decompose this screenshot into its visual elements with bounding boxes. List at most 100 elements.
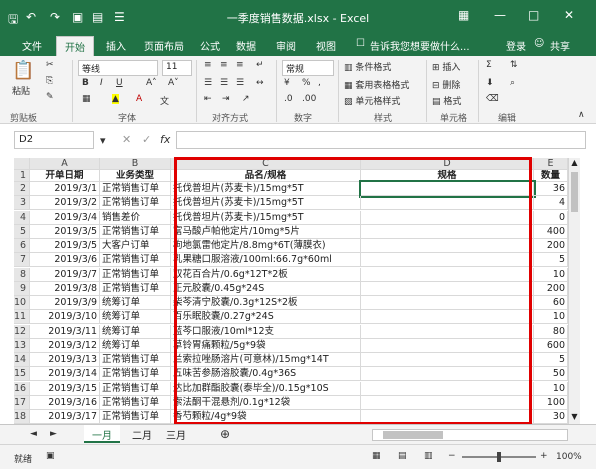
row-header[interactable]: 18 — [14, 410, 30, 424]
row-header[interactable]: 17 — [14, 395, 30, 410]
table-cell[interactable]: 正常销售订单 — [100, 367, 171, 382]
zoom-slider-thumb[interactable] — [497, 452, 501, 462]
login-link[interactable]: 登录 — [506, 38, 526, 53]
table-cell[interactable] — [361, 324, 534, 339]
table-cell[interactable]: 5 — [534, 353, 568, 367]
close-icon[interactable]: ✕ — [564, 8, 574, 22]
table-cell[interactable] — [361, 381, 534, 396]
orientation-icon[interactable]: ↗ — [242, 94, 250, 104]
row-header[interactable]: 15 — [14, 367, 30, 382]
table-cell[interactable]: 5 — [534, 253, 568, 268]
delete-cells-button[interactable]: ⊟ 删除 — [432, 78, 460, 91]
format-painter-icon[interactable]: ✎ — [46, 92, 54, 102]
row-header[interactable]: 14 — [14, 353, 30, 367]
tab-view[interactable]: 视图 — [316, 38, 336, 53]
enter-icon[interactable]: ✓ — [142, 133, 151, 146]
row-header[interactable]: 7 — [14, 253, 30, 268]
align-center-icon[interactable]: ☰ — [220, 78, 228, 88]
table-cell[interactable]: 60 — [534, 296, 568, 310]
table-cell[interactable]: 2019/3/4 — [30, 210, 100, 225]
table-cell[interactable]: 正常销售订单 — [100, 267, 171, 282]
table-cell[interactable]: 兰索拉唑肠溶片(可意林)/15mg*14T — [171, 353, 361, 367]
table-cell[interactable]: 正常销售订单 — [100, 182, 171, 196]
table-cell[interactable]: 正常销售订单 — [100, 224, 171, 239]
scroll-down-icon[interactable]: ▼ — [569, 412, 580, 421]
table-cell[interactable] — [361, 395, 534, 410]
table-cell[interactable]: 2019/3/8 — [30, 281, 100, 296]
table-cell[interactable]: 2019/3/12 — [30, 338, 100, 353]
percent-icon[interactable]: % — [302, 78, 311, 88]
table-cell[interactable]: 托伐普坦片(苏麦卡)/15mg*5T — [171, 210, 361, 225]
maximize-icon[interactable]: □ — [528, 8, 539, 22]
align-right-icon[interactable]: ☰ — [236, 78, 244, 88]
scroll-right-icon[interactable]: ► — [50, 429, 57, 439]
table-cell[interactable] — [361, 353, 534, 367]
currency-icon[interactable]: ¥ — [284, 78, 290, 88]
formula-input[interactable] — [176, 131, 586, 149]
minimize-icon[interactable]: — — [494, 8, 506, 22]
share-button[interactable]: 共享 — [550, 38, 570, 53]
column-header[interactable]: E — [534, 158, 568, 170]
copy-icon[interactable]: ⎘ — [46, 76, 53, 86]
table-cell[interactable] — [361, 410, 534, 424]
table-cell[interactable]: 2019/3/1 — [30, 182, 100, 196]
paste-icon[interactable]: 📋 — [12, 60, 34, 81]
zoom-out-icon[interactable]: − — [448, 451, 456, 461]
scroll-up-icon[interactable]: ▲ — [569, 158, 580, 167]
macro-record-icon[interactable]: ▣ — [46, 451, 55, 461]
table-cell[interactable]: 销售差价 — [100, 210, 171, 225]
table-cell[interactable]: 统筹订单 — [100, 296, 171, 310]
table-cell[interactable]: 30 — [534, 410, 568, 424]
row-header[interactable]: 16 — [14, 381, 30, 396]
table-cell[interactable]: 统筹订单 — [100, 310, 171, 325]
phonetic-icon[interactable]: 文 — [160, 94, 169, 107]
row-header[interactable]: 11 — [14, 310, 30, 325]
scroll-left-icon[interactable]: ◄ — [30, 429, 37, 439]
add-sheet-icon[interactable]: ⊕ — [220, 427, 230, 441]
row-header[interactable]: 13 — [14, 338, 30, 353]
font-size-select[interactable]: 11 — [162, 60, 192, 76]
column-header[interactable]: A — [30, 158, 100, 170]
sort-filter-icon[interactable]: ⇅ — [510, 60, 518, 70]
table-cell[interactable] — [361, 281, 534, 296]
format-as-table-button[interactable]: ▦ 套用表格格式 — [344, 78, 409, 91]
table-cell[interactable] — [361, 239, 534, 253]
autosum-icon[interactable]: Σ — [486, 60, 492, 70]
sheet-tab-mar[interactable]: 三月 — [158, 425, 194, 443]
column-header[interactable]: C — [171, 158, 361, 170]
namebox-dropdown-icon[interactable]: ▾ — [100, 134, 106, 147]
table-cell[interactable] — [361, 224, 534, 239]
table-cell[interactable]: 2019/3/6 — [30, 253, 100, 268]
table-cell[interactable] — [361, 296, 534, 310]
bold-button[interactable]: B — [82, 78, 89, 88]
insert-function-button[interactable]: fx — [160, 133, 170, 146]
merge-center-icon[interactable]: ↔ — [256, 78, 264, 88]
format-cells-button[interactable]: ▤ 格式 — [432, 94, 461, 107]
table-cell[interactable]: 0 — [534, 210, 568, 225]
font-color-icon[interactable]: A — [136, 94, 142, 104]
align-bottom-icon[interactable]: ≡ — [236, 60, 244, 70]
insert-cells-button[interactable]: ⊞ 插入 — [432, 60, 460, 73]
table-cell[interactable]: 蓝芩口服液/10ml*12支 — [171, 324, 361, 339]
tab-file[interactable]: 文件 — [22, 38, 42, 53]
cut-icon[interactable]: ✂ — [46, 60, 54, 70]
table-cell[interactable]: 200 — [534, 281, 568, 296]
grow-font-icon[interactable]: A˄ — [146, 78, 157, 88]
row-header[interactable]: 6 — [14, 239, 30, 253]
fill-icon[interactable]: ⬇ — [486, 78, 494, 88]
table-cell[interactable]: 100 — [534, 395, 568, 410]
table-cell[interactable]: 50 — [534, 367, 568, 382]
row-header[interactable]: 1 — [14, 170, 30, 182]
ribbon-display-icon[interactable]: ▦ — [458, 8, 469, 22]
increase-indent-icon[interactable]: ⇥ — [222, 94, 230, 104]
row-header[interactable]: 5 — [14, 224, 30, 239]
table-cell[interactable]: 10 — [534, 381, 568, 396]
vertical-scrollbar[interactable]: ▲ ▼ — [568, 158, 580, 424]
table-cell[interactable]: 草铃胃痛颗粒/5g*9袋 — [171, 338, 361, 353]
header-cell[interactable]: 规格 — [361, 170, 534, 182]
horizontal-scrollbar[interactable] — [372, 429, 568, 441]
zoom-in-icon[interactable]: + — [540, 451, 548, 461]
table-cell[interactable]: 富马酸卢帕他定片/10mg*5片 — [171, 224, 361, 239]
table-cell[interactable]: 托伐普坦片(苏麦卡)/15mg*5T — [171, 196, 361, 211]
column-header[interactable]: B — [100, 158, 171, 170]
